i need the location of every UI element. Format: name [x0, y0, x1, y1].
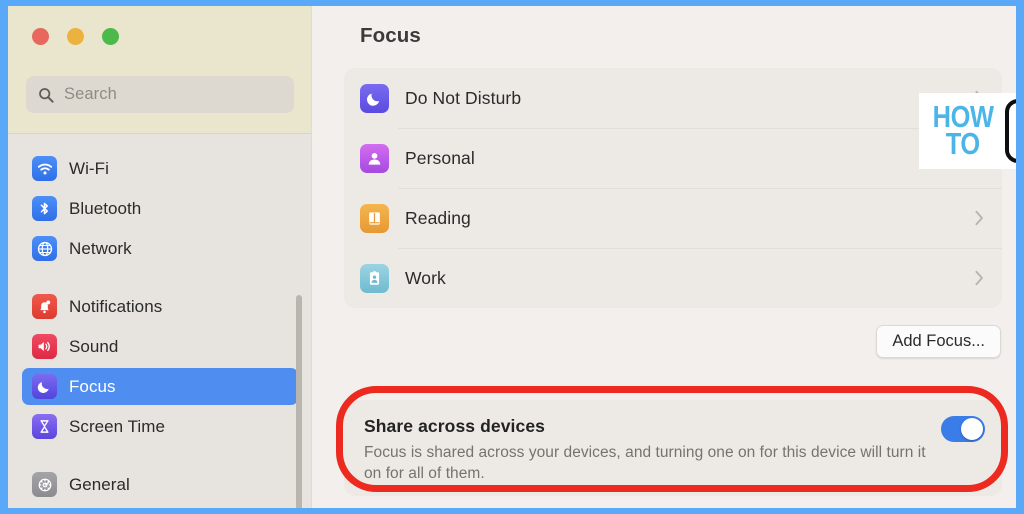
- sidebar-item-bluetooth[interactable]: Bluetooth: [22, 190, 298, 227]
- search-icon: [38, 87, 54, 103]
- focus-row-label: Personal: [405, 147, 475, 168]
- focus-row-personal[interactable]: Personal: [344, 128, 1002, 188]
- focus-list-card: Do Not Disturb Personal Reading Work: [344, 68, 1002, 308]
- share-across-devices-title: Share across devices: [364, 416, 546, 436]
- zoom-button[interactable]: [102, 28, 119, 45]
- id-card-icon: [360, 263, 389, 293]
- bell-icon: [32, 294, 57, 319]
- focus-row-label: Do Not Disturb: [405, 87, 522, 108]
- sidebar-item-notifications[interactable]: Notifications: [22, 288, 298, 325]
- sidebar-item-wifi[interactable]: Wi-Fi: [22, 150, 298, 187]
- toggle-knob: [961, 418, 983, 440]
- search-placeholder: Search: [64, 85, 117, 103]
- share-across-devices-row[interactable]: Share across devices Focus is shared acr…: [344, 400, 1002, 496]
- sidebar-group-network: Wi-Fi Bluetooth Network: [8, 150, 312, 267]
- sidebar-scroll-area[interactable]: Wi-Fi Bluetooth Network Notifications So…: [8, 135, 312, 508]
- minimize-button[interactable]: [67, 28, 84, 45]
- person-icon: [360, 143, 389, 173]
- chevron-right-icon[interactable]: [975, 210, 984, 226]
- sidebar-item-label: Bluetooth: [69, 198, 142, 218]
- book-icon: [360, 203, 389, 233]
- watermark-logo: HOW TO MANAGE DEVICES: [919, 93, 1016, 169]
- wifi-icon: [32, 156, 57, 181]
- watermark-howto: HOW TO: [926, 102, 1000, 161]
- focus-row-reading[interactable]: Reading: [344, 188, 1002, 248]
- sidebar-item-network[interactable]: Network: [22, 230, 298, 267]
- sidebar-group-general: General: [8, 466, 312, 503]
- watermark-line-to: TO: [946, 126, 981, 161]
- page-title: Focus: [360, 24, 421, 47]
- focus-row-label: Reading: [405, 207, 471, 228]
- sidebar-group-divider: [8, 448, 312, 466]
- chevron-right-icon[interactable]: [975, 270, 984, 286]
- add-focus-button[interactable]: Add Focus...: [876, 325, 1001, 358]
- focus-row-label: Work: [405, 267, 446, 288]
- system-settings-window: Search Wi-Fi Bluetooth Network Notificat…: [8, 6, 1016, 508]
- focus-row-work[interactable]: Work: [344, 248, 1002, 308]
- moon-icon: [360, 83, 389, 113]
- search-input[interactable]: Search: [26, 76, 294, 113]
- moon-icon: [32, 374, 57, 399]
- globe-icon: [32, 236, 57, 261]
- sidebar-item-screen-time[interactable]: Screen Time: [22, 408, 298, 445]
- focus-row-do-not-disturb[interactable]: Do Not Disturb: [344, 68, 1002, 128]
- sidebar-item-label: Network: [69, 238, 132, 258]
- sidebar-group-system: Notifications Sound Focus Screen Time: [8, 288, 312, 445]
- sidebar-item-focus[interactable]: Focus: [22, 368, 298, 405]
- sidebar-item-label: Wi-Fi: [69, 158, 109, 178]
- share-across-devices-description: Focus is shared across your devices, and…: [364, 444, 926, 482]
- sidebar-item-sound[interactable]: Sound: [22, 328, 298, 365]
- bluetooth-icon: [32, 196, 57, 221]
- sidebar-item-label: Screen Time: [69, 416, 165, 436]
- sidebar-item-general[interactable]: General: [22, 466, 298, 503]
- close-button[interactable]: [32, 28, 49, 45]
- speaker-icon: [32, 334, 57, 359]
- screenshot-root: Search Wi-Fi Bluetooth Network Notificat…: [0, 0, 1024, 514]
- sidebar-item-label: General: [69, 474, 130, 494]
- sidebar-scrollbar[interactable]: [296, 295, 302, 508]
- gear-icon: [32, 472, 57, 497]
- watermark-phone-outline: MANAGE DEVICES: [1005, 98, 1016, 164]
- sidebar-group-divider: [8, 270, 312, 288]
- search-zone: Search: [8, 66, 312, 134]
- hourglass-icon: [32, 414, 57, 439]
- sidebar-item-label: Focus: [69, 376, 116, 396]
- sidebar-item-label: Notifications: [69, 296, 163, 316]
- sidebar-item-label: Sound: [69, 336, 119, 356]
- traffic-lights: [32, 28, 119, 45]
- sidebar: Search Wi-Fi Bluetooth Network Notificat…: [8, 6, 312, 508]
- main-content: Focus Do Not Disturb Personal Reading Wo…: [312, 6, 1016, 508]
- share-across-devices-toggle[interactable]: [941, 416, 985, 442]
